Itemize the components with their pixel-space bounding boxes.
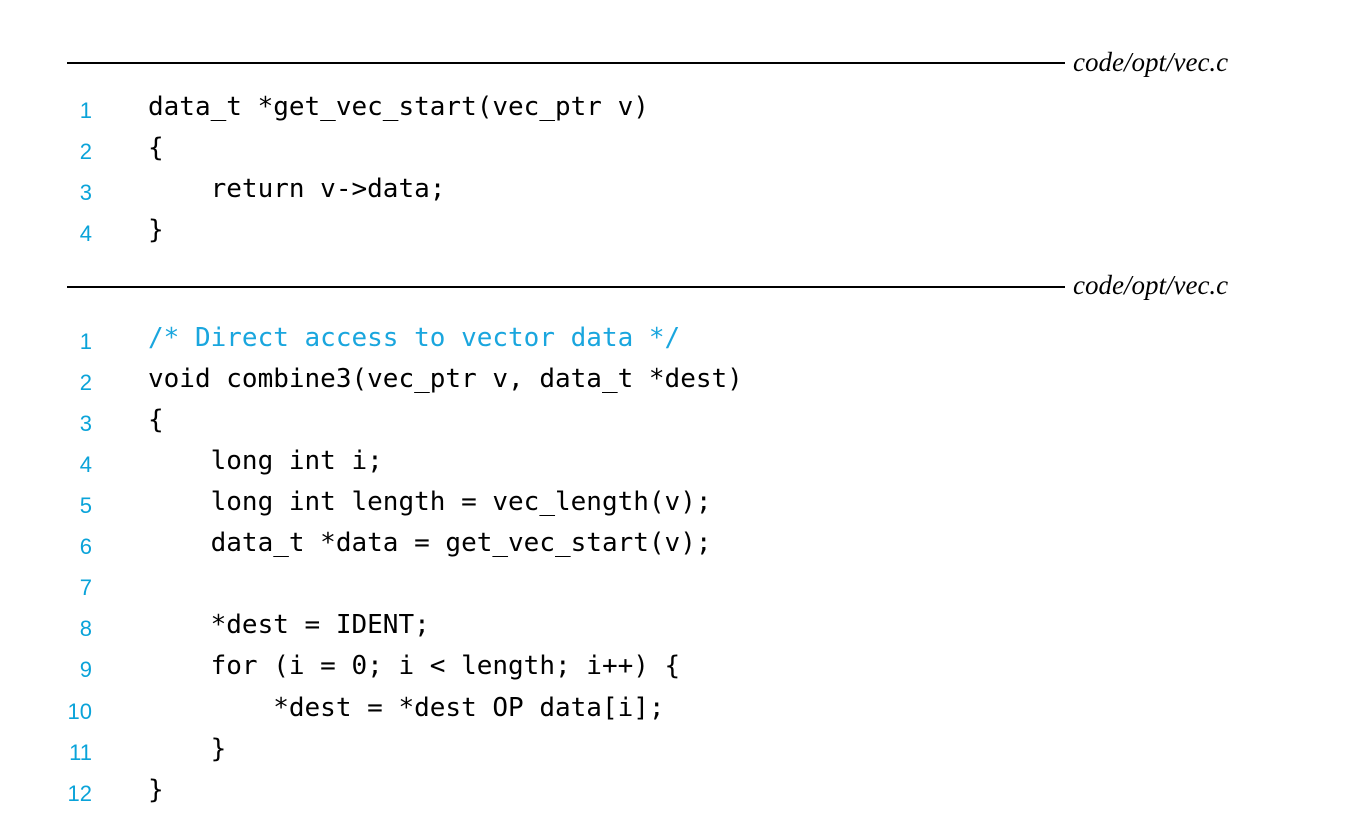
line-number: 2 (79, 370, 92, 395)
code-comment: /* Direct access to vector data */ (148, 323, 681, 353)
code-text: } (148, 734, 227, 764)
code-line: 3 return v->data; (0, 169, 1350, 210)
code-text: } (148, 215, 164, 245)
line-number: 4 (79, 221, 92, 246)
code-text: data_t *data = get_vec_start(v); (148, 528, 712, 558)
code-text: { (148, 133, 164, 163)
code-text: for (i = 0; i < length; i++) { (148, 651, 681, 681)
code-line: 12 } (0, 770, 1350, 811)
line-number: 3 (79, 411, 92, 436)
code-text: void combine3(vec_ptr v, data_t *dest) (148, 364, 743, 394)
code-line: 7 (0, 564, 1350, 605)
code-text: *dest = IDENT; (148, 610, 430, 640)
listing-2-rule (67, 286, 1065, 288)
line-number: 9 (79, 657, 92, 682)
line-number: 2 (79, 139, 92, 164)
code-text: } (148, 775, 164, 805)
code-text: *dest = *dest OP data[i]; (148, 693, 665, 723)
line-number: 12 (67, 781, 92, 806)
line-number: 1 (79, 329, 92, 354)
code-line: 4 long int i; (0, 441, 1350, 482)
line-number: 7 (79, 575, 92, 600)
code-line: 9 for (i = 0; i < length; i++) { (0, 646, 1350, 687)
code-line: 8 *dest = IDENT; (0, 605, 1350, 646)
code-line: 1 data_t *get_vec_start(vec_ptr v) (0, 87, 1350, 128)
code-line: 3 { (0, 400, 1350, 441)
code-line: 1 /* Direct access to vector data */ (0, 318, 1350, 359)
listing-1-filename: code/opt/vec.c (1073, 47, 1229, 77)
code-line: 5 long int length = vec_length(v); (0, 482, 1350, 523)
line-number: 11 (69, 740, 92, 765)
code-text: { (148, 405, 164, 435)
code-line: 6 data_t *data = get_vec_start(v); (0, 523, 1350, 564)
code-line: 4 } (0, 210, 1350, 251)
code-line: 2 { (0, 128, 1350, 169)
code-text: data_t *get_vec_start(vec_ptr v) (148, 92, 649, 122)
code-line: 2 void combine3(vec_ptr v, data_t *dest) (0, 359, 1350, 400)
line-number: 6 (79, 534, 92, 559)
line-number: 5 (79, 493, 92, 518)
listing-2-filename: code/opt/vec.c (1073, 270, 1229, 300)
line-number: 10 (67, 699, 92, 724)
code-text: long int i; (148, 446, 383, 476)
code-line: 10 *dest = *dest OP data[i]; (0, 688, 1350, 729)
line-number: 8 (79, 616, 92, 641)
line-number: 4 (79, 452, 92, 477)
code-text: return v->data; (148, 174, 446, 204)
code-text: long int length = vec_length(v); (148, 487, 712, 517)
listing-1-rule (67, 62, 1065, 64)
code-line: 11 } (0, 729, 1350, 770)
line-number: 3 (79, 180, 92, 205)
line-number: 1 (79, 98, 92, 123)
